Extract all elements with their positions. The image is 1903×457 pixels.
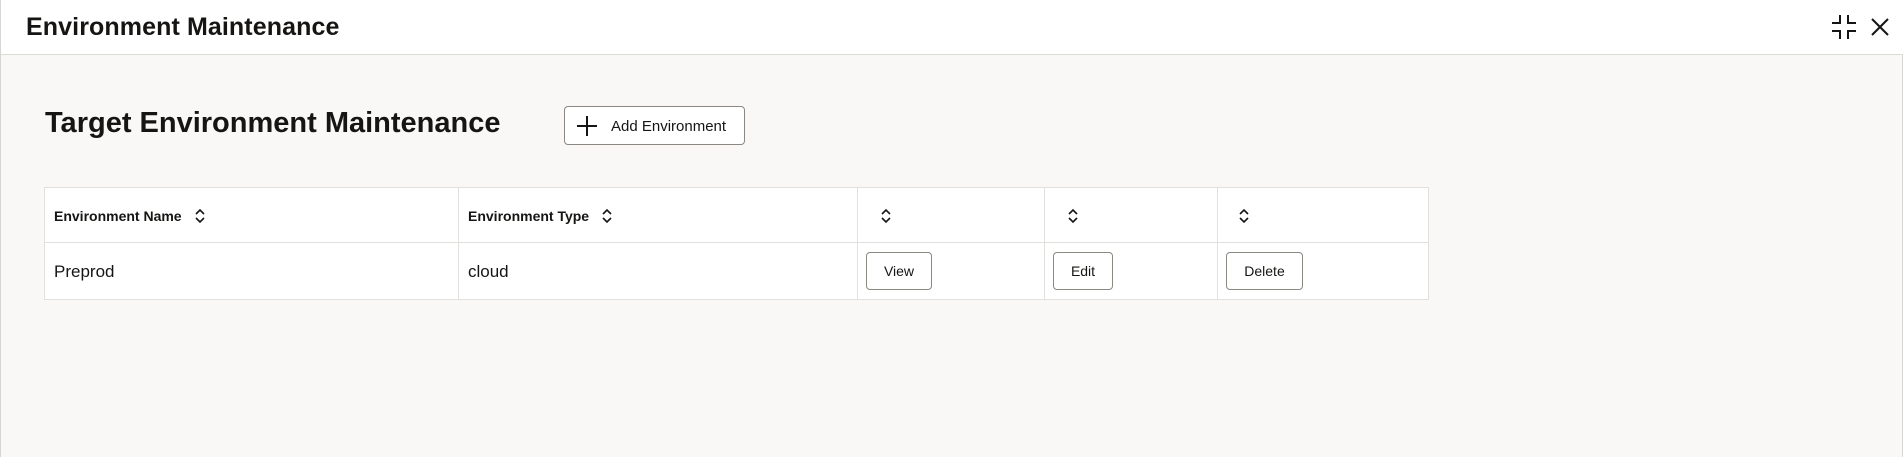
column-header-view[interactable] (880, 188, 892, 243)
page-title: Target Environment Maintenance (45, 107, 501, 139)
delete-button[interactable]: Delete (1226, 252, 1303, 290)
collapse-icon[interactable] (1831, 14, 1857, 40)
window-title: Environment Maintenance (26, 13, 340, 41)
sort-icon[interactable] (880, 208, 892, 224)
sort-icon[interactable] (1238, 208, 1250, 224)
column-header-label: Environment Type (468, 207, 590, 224)
sort-icon[interactable] (194, 208, 206, 224)
environment-name-cell: Preprod (54, 261, 115, 281)
view-button[interactable]: View (866, 252, 932, 290)
table-row: Preprod cloud View Edit Delete (45, 243, 1428, 300)
plus-icon (577, 116, 597, 136)
column-header-environment-type[interactable]: Environment Type (468, 188, 613, 243)
add-environment-button[interactable]: Add Environment (564, 106, 745, 145)
app-window: Environment Maintenance Target Environme… (0, 0, 1903, 457)
column-header-delete[interactable] (1238, 188, 1250, 243)
edit-button[interactable]: Edit (1053, 252, 1113, 290)
environments-table: Environment Name Environment Type Prepro… (44, 187, 1429, 300)
table-header-row: Environment Name Environment Type (45, 188, 1428, 243)
add-environment-label: Add Environment (611, 118, 727, 135)
sort-icon[interactable] (601, 208, 613, 224)
environment-type-cell: cloud (468, 261, 509, 281)
sort-icon[interactable] (1067, 208, 1079, 224)
column-header-label: Environment Name (54, 207, 182, 224)
title-bar: Environment Maintenance (1, 0, 1903, 55)
column-header-edit[interactable] (1067, 188, 1079, 243)
close-icon[interactable] (1867, 14, 1893, 40)
column-header-environment-name[interactable]: Environment Name (54, 188, 206, 243)
